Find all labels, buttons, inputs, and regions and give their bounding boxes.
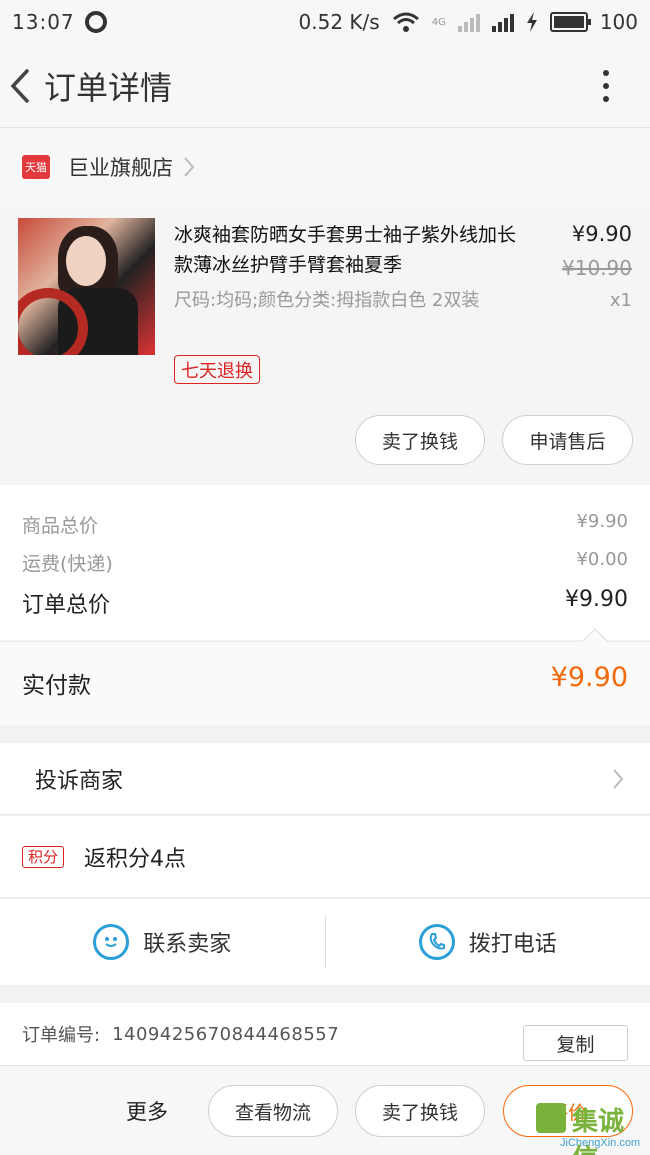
product-original-price: ¥10.90	[562, 256, 632, 280]
shop-row[interactable]: 天猫 巨业旗舰店	[0, 128, 650, 206]
copy-button[interactable]: 复制	[523, 1025, 628, 1061]
points-label: 返积分4点	[84, 846, 186, 872]
order-total-row: 订单总价 ¥9.90	[22, 587, 628, 619]
watermark: 集诚信 JiChengXin.com	[536, 1101, 646, 1155]
page-title: 订单详情	[44, 68, 173, 107]
tmall-icon: 天猫	[22, 155, 50, 179]
points-row: 积分 返积分4点	[0, 816, 650, 898]
product-title[interactable]: 冰爽袖套防晒女手套男士袖子紫外线加长款薄冰丝护臂手臂套袖夏季	[174, 220, 534, 280]
signal-icon-sim1	[457, 12, 480, 32]
phone-icon	[418, 924, 455, 960]
status-bar: 13:07 0.52 K/s 4G 100	[0, 0, 650, 44]
order-number-value: 1409425670844468557	[112, 1023, 340, 1045]
order-number-row: 订单编号: 1409425670844468557 复制	[0, 1003, 650, 1065]
order-number-label: 订单编号:	[22, 1025, 101, 1046]
bottom-action-bar: 更多 查看物流 卖了换钱 评价 集诚信 JiChengXin.com	[0, 1065, 650, 1155]
product-image[interactable]	[18, 218, 155, 355]
complain-label: 投诉商家	[35, 768, 124, 794]
network-type: 4G	[431, 16, 446, 28]
chat-icon	[93, 924, 130, 960]
paid-label: 实付款	[22, 673, 91, 699]
contact-seller-button[interactable]: 联系卖家	[0, 899, 325, 985]
shipping-value: ¥0.00	[576, 549, 628, 570]
battery-icon	[549, 12, 591, 32]
goods-total-value: ¥9.90	[576, 511, 628, 532]
product-card[interactable]: 冰爽袖套防晒女手套男士袖子紫外线加长款薄冰丝护臂手臂套袖夏季 尺码:均码;颜色分…	[0, 206, 650, 484]
shipping-label: 运费(快递)	[22, 553, 113, 575]
paid-amount-row: 实付款 ¥9.90	[0, 628, 650, 725]
order-total-label: 订单总价	[22, 593, 111, 618]
paid-value: ¥9.90	[550, 662, 628, 693]
goods-total-row: 商品总价 ¥9.90	[22, 511, 628, 538]
product-price: ¥9.90	[571, 222, 632, 246]
call-label: 拨打电话	[468, 932, 557, 957]
more-button[interactable]: 更多	[126, 1096, 168, 1126]
signal-icon-sim2	[491, 12, 514, 32]
wifi-icon	[392, 12, 419, 32]
watermark-logo-icon	[536, 1103, 566, 1133]
shop-name: 巨业旗舰店	[68, 156, 173, 180]
chevron-right-icon	[613, 768, 624, 789]
goods-total-label: 商品总价	[22, 515, 99, 537]
back-arrow-icon[interactable]	[0, 44, 40, 128]
sell-exchange-bottom-button[interactable]: 卖了换钱	[355, 1085, 485, 1137]
contact-bar: 联系卖家 拨打电话	[0, 899, 650, 985]
return-policy-badge: 七天退换	[174, 355, 260, 384]
order-total-value: ¥9.90	[565, 587, 628, 612]
more-menu-icon[interactable]	[576, 56, 636, 116]
charging-icon	[526, 12, 537, 32]
sync-icon	[84, 11, 107, 33]
product-spec: 尺码:均码;颜色分类:拇指款白色 2双装	[174, 290, 480, 311]
clock: 13:07	[12, 10, 75, 34]
price-summary: 商品总价 ¥9.90 运费(快递) ¥0.00 订单总价 ¥9.90	[0, 485, 650, 640]
sell-exchange-button[interactable]: 卖了换钱	[355, 415, 485, 465]
contact-seller-label: 联系卖家	[143, 932, 232, 957]
points-badge: 积分	[22, 845, 64, 868]
complain-row[interactable]: 投诉商家	[0, 743, 650, 815]
view-logistics-button[interactable]: 查看物流	[208, 1085, 338, 1137]
call-button[interactable]: 拨打电话	[326, 899, 650, 985]
network-speed: 0.52 K/s	[298, 10, 380, 34]
battery-level: 100	[599, 10, 638, 34]
watermark-url: JiChengXin.com	[560, 1137, 641, 1149]
nav-bar: 订单详情	[0, 44, 650, 128]
after-sale-button[interactable]: 申请售后	[502, 415, 633, 465]
product-quantity: x1	[609, 290, 632, 311]
chevron-right-icon	[184, 157, 195, 177]
shipping-row: 运费(快递) ¥0.00	[22, 549, 628, 576]
